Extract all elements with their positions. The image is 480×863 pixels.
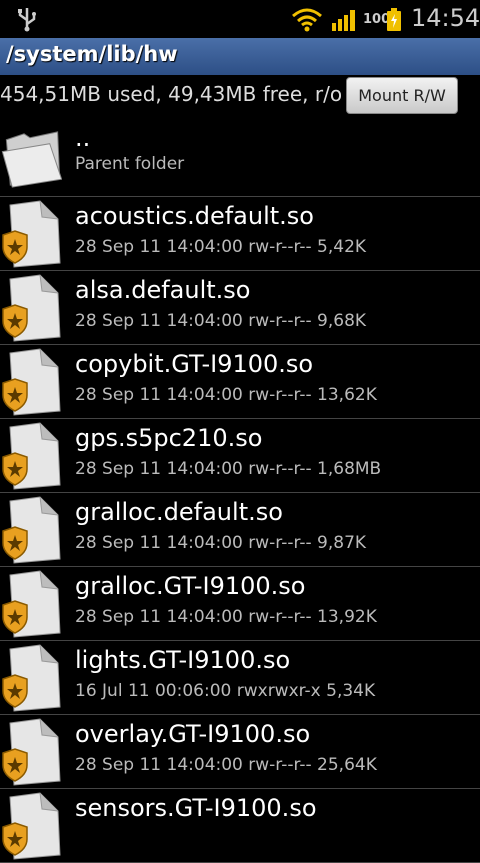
- system-file-icon: [2, 422, 61, 490]
- usb-icon: [18, 8, 36, 32]
- file-row[interactable]: gps.s5pc210.so 28 Sep 11 14:04:00 rw-r--…: [0, 419, 480, 493]
- battery-charging-icon: [387, 8, 401, 31]
- file-row[interactable]: gralloc.GT-I9100.so 28 Sep 11 14:04:00 r…: [0, 567, 480, 641]
- file-meta: 28 Sep 11 14:04:00 rw-r--r-- 5,42K: [75, 237, 367, 257]
- folder-icon: [1, 131, 62, 188]
- system-file-icon: [2, 644, 61, 712]
- system-file-icon: [2, 200, 61, 268]
- file-meta: 28 Sep 11 14:04:00 rw-r--r-- 9,68K: [75, 311, 367, 331]
- file-list: .. Parent folder acoustics.default.so 28…: [0, 122, 480, 863]
- parent-folder-name: ..: [75, 124, 91, 152]
- parent-folder-row[interactable]: .. Parent folder: [0, 122, 480, 197]
- wifi-icon: [292, 8, 322, 32]
- system-file-icon: [2, 570, 61, 638]
- file-name: copybit.GT-I9100.so: [75, 350, 314, 378]
- file-name: lights.GT-I9100.so: [75, 646, 291, 674]
- file-name: sensors.GT-I9100.so: [75, 794, 317, 822]
- system-file-icon: [2, 348, 61, 416]
- file-name: overlay.GT-I9100.so: [75, 720, 311, 748]
- file-name: gralloc.default.so: [75, 498, 283, 526]
- path-bar: /system/lib/hw: [0, 38, 480, 75]
- current-path: /system/lib/hw: [6, 42, 178, 66]
- clock: 14:54: [411, 4, 480, 32]
- file-name: acoustics.default.so: [75, 202, 314, 230]
- status-bar: 100 14:54: [0, 0, 480, 38]
- file-row[interactable]: sensors.GT-I9100.so: [0, 789, 480, 863]
- file-meta: 28 Sep 11 14:04:00 rw-r--r-- 13,62K: [75, 385, 377, 405]
- file-meta: 28 Sep 11 14:04:00 rw-r--r-- 1,68MB: [75, 459, 382, 479]
- file-row[interactable]: copybit.GT-I9100.so 28 Sep 11 14:04:00 r…: [0, 345, 480, 419]
- file-meta: 16 Jul 11 00:06:00 rwxrwxr-x 5,34K: [75, 681, 376, 701]
- file-row[interactable]: alsa.default.so 28 Sep 11 14:04:00 rw-r-…: [0, 271, 480, 345]
- mount-rw-button[interactable]: Mount R/W: [346, 77, 458, 114]
- system-file-icon: [2, 718, 61, 786]
- file-row[interactable]: lights.GT-I9100.so 16 Jul 11 00:06:00 rw…: [0, 641, 480, 715]
- file-name: gralloc.GT-I9100.so: [75, 572, 306, 600]
- storage-info: 454,51MB used, 49,43MB free, r/o: [0, 82, 343, 106]
- system-file-icon: [2, 274, 61, 342]
- file-name: gps.s5pc210.so: [75, 424, 263, 452]
- file-meta: 28 Sep 11 14:04:00 rw-r--r-- 9,87K: [75, 533, 367, 553]
- system-file-icon: [2, 496, 61, 564]
- parent-folder-label: Parent folder: [75, 154, 185, 174]
- file-meta: 28 Sep 11 14:04:00 rw-r--r-- 13,92K: [75, 607, 377, 627]
- file-row[interactable]: gralloc.default.so 28 Sep 11 14:04:00 rw…: [0, 493, 480, 567]
- file-meta: 28 Sep 11 14:04:00 rw-r--r-- 25,64K: [75, 755, 377, 775]
- file-row[interactable]: acoustics.default.so 28 Sep 11 14:04:00 …: [0, 197, 480, 271]
- signal-icon: [332, 10, 355, 31]
- file-name: alsa.default.so: [75, 276, 251, 304]
- file-row[interactable]: overlay.GT-I9100.so 28 Sep 11 14:04:00 r…: [0, 715, 480, 789]
